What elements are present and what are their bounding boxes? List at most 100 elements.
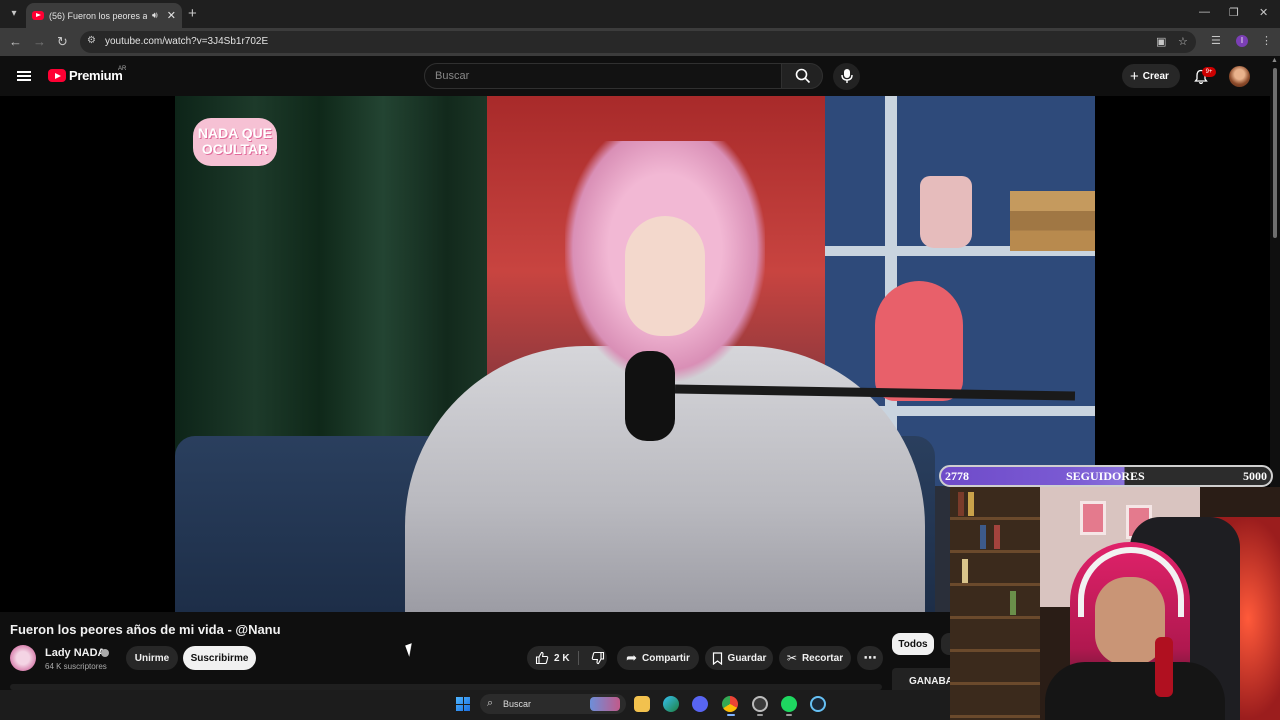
restore-icon[interactable]: ❐ [1229, 6, 1239, 19]
book [958, 492, 964, 516]
browser-tabstrip: ▾ (56) Fueron los peores años de mi vida… [0, 0, 1280, 28]
search-button[interactable] [781, 63, 823, 89]
notifications-badge: 9+ [1202, 67, 1216, 77]
like-count[interactable]: 2 K [554, 653, 570, 664]
bookmark-star-icon[interactable]: ☆ [1178, 35, 1188, 48]
join-label: Unirme [134, 652, 170, 664]
save-label: Guardar [727, 652, 767, 664]
reload-icon[interactable]: ↻ [57, 34, 68, 50]
create-button[interactable]: + Crear [1122, 64, 1180, 88]
youtube-logo-icon[interactable] [48, 69, 66, 82]
channel-name[interactable]: Lady NADA [45, 647, 106, 659]
clip-label: Recortar [801, 652, 844, 664]
youtube-favicon-icon [32, 11, 44, 20]
book [962, 559, 968, 583]
bookmark-icon [712, 651, 722, 665]
book-stack [1010, 191, 1095, 251]
new-tab-button[interactable]: + [188, 5, 197, 22]
browser-toolbar: ← → ↻ ⚙ youtube.com/watch?v=3J4Sb1r702E … [0, 28, 1280, 56]
search-icon [795, 68, 811, 84]
forward-icon[interactable]: → [33, 34, 46, 49]
spotify-icon[interactable] [781, 696, 797, 712]
wall-frame [1080, 501, 1106, 535]
tab-title: (56) Fueron los peores años de mi vida -… [49, 10, 147, 21]
browser-tab-active[interactable]: (56) Fueron los peores años de mi vida -… [26, 3, 182, 28]
install-app-icon[interactable]: ▣ [1156, 35, 1166, 48]
streamer-body [1045, 662, 1225, 720]
more-horizontal-icon: ⋯ [863, 650, 877, 665]
file-explorer-icon[interactable] [634, 696, 650, 712]
address-bar[interactable]: ⚙ youtube.com/watch?v=3J4Sb1r702E ▣ ☆ [80, 31, 1196, 53]
chrome-icon[interactable] [722, 696, 738, 712]
streamer-microphone [1155, 637, 1173, 697]
spotify-running-indicator [786, 714, 792, 716]
minimize-icon[interactable]: — [1199, 6, 1210, 18]
search-placeholder: Buscar [435, 70, 470, 82]
podcast-microphone [625, 351, 675, 441]
dislike-icon[interactable] [591, 651, 605, 665]
bookshelf [950, 487, 1040, 720]
more-actions-button[interactable]: ⋯ [857, 646, 883, 670]
obs-running-indicator [757, 714, 763, 716]
browser-menu-icon[interactable]: ⋮ [1261, 34, 1272, 47]
region-code: AR [118, 66, 127, 72]
media-control-icon[interactable]: ☰ [1211, 34, 1221, 47]
windows-start-icon[interactable] [456, 697, 470, 711]
taskbar-search[interactable]: ⌕ Buscar [480, 694, 626, 714]
close-window-icon[interactable]: ✕ [1259, 6, 1268, 19]
chrome-running-indicator [727, 714, 735, 716]
taskbar-search-icon: ⌕ [487, 697, 494, 709]
voice-search-button[interactable] [833, 63, 860, 90]
chip-all[interactable]: Todos [892, 633, 934, 655]
follower-count: 2778 [945, 469, 969, 483]
account-avatar[interactable] [1229, 66, 1250, 87]
join-button[interactable]: Unirme [126, 646, 178, 670]
discord-icon[interactable] [692, 696, 708, 712]
tab-search-dropdown-icon[interactable]: ▾ [6, 6, 22, 22]
chip-all-label: Todos [898, 638, 928, 650]
follower-label: SEGUIDORES [1066, 469, 1145, 483]
streamer-webcam [950, 487, 1280, 720]
clip-button[interactable]: ✂ Recortar [779, 646, 851, 670]
browser-profile-avatar[interactable]: I [1236, 35, 1248, 47]
like-icon[interactable] [535, 651, 549, 665]
video-title: Fueron los peores años de mi vida - @Nan… [10, 622, 281, 637]
url-text[interactable]: youtube.com/watch?v=3J4Sb1r702E [105, 36, 268, 47]
share-icon: ➦ [626, 650, 638, 665]
edge-icon[interactable] [663, 696, 679, 712]
scissors-icon: ✂ [786, 651, 797, 665]
recommendation-thumbnail-text: GANABA [909, 676, 953, 687]
guide-menu-icon[interactable] [17, 71, 31, 81]
steam-icon[interactable] [810, 696, 826, 712]
create-label: Crear [1142, 70, 1169, 82]
scrollbar-thumb[interactable] [1273, 68, 1277, 238]
share-button[interactable]: ➦ Compartir [617, 646, 699, 670]
share-label: Compartir [642, 652, 690, 664]
youtube-premium-wordmark[interactable]: Premium [69, 68, 123, 83]
tab-audio-icon[interactable]: 🔊︎ [152, 10, 158, 21]
like-dislike-group: 2 K [527, 646, 607, 670]
mouse-cursor [405, 643, 416, 657]
tab-close-icon[interactable]: ✕ [167, 9, 176, 22]
taskbar-search-label: Buscar [503, 699, 532, 709]
back-icon[interactable]: ← [9, 34, 22, 49]
pink-vase [920, 176, 972, 248]
site-info-icon[interactable]: ⚙ [87, 35, 96, 46]
youtube-masthead: Premium AR Buscar + Crear 9+ [0, 56, 1270, 96]
save-button[interactable]: Guardar [705, 646, 773, 670]
book [980, 525, 986, 549]
channel-avatar[interactable] [10, 645, 36, 671]
obs-icon[interactable] [752, 696, 768, 712]
windows-taskbar [0, 690, 950, 720]
like-divider [578, 651, 579, 665]
follower-goal: 5000 [1243, 469, 1267, 483]
book [1010, 591, 1016, 615]
search-input[interactable]: Buscar [424, 63, 782, 89]
show-logo: NADA QUE OCULTAR [193, 118, 277, 166]
scroll-up-icon[interactable]: ▲ [1271, 57, 1278, 64]
microphone-icon [841, 69, 853, 83]
book [994, 525, 1000, 549]
plus-icon: + [1130, 67, 1139, 85]
subscribe-label: Suscribirme [190, 652, 249, 664]
subscribe-button[interactable]: Suscribirme [183, 646, 256, 670]
